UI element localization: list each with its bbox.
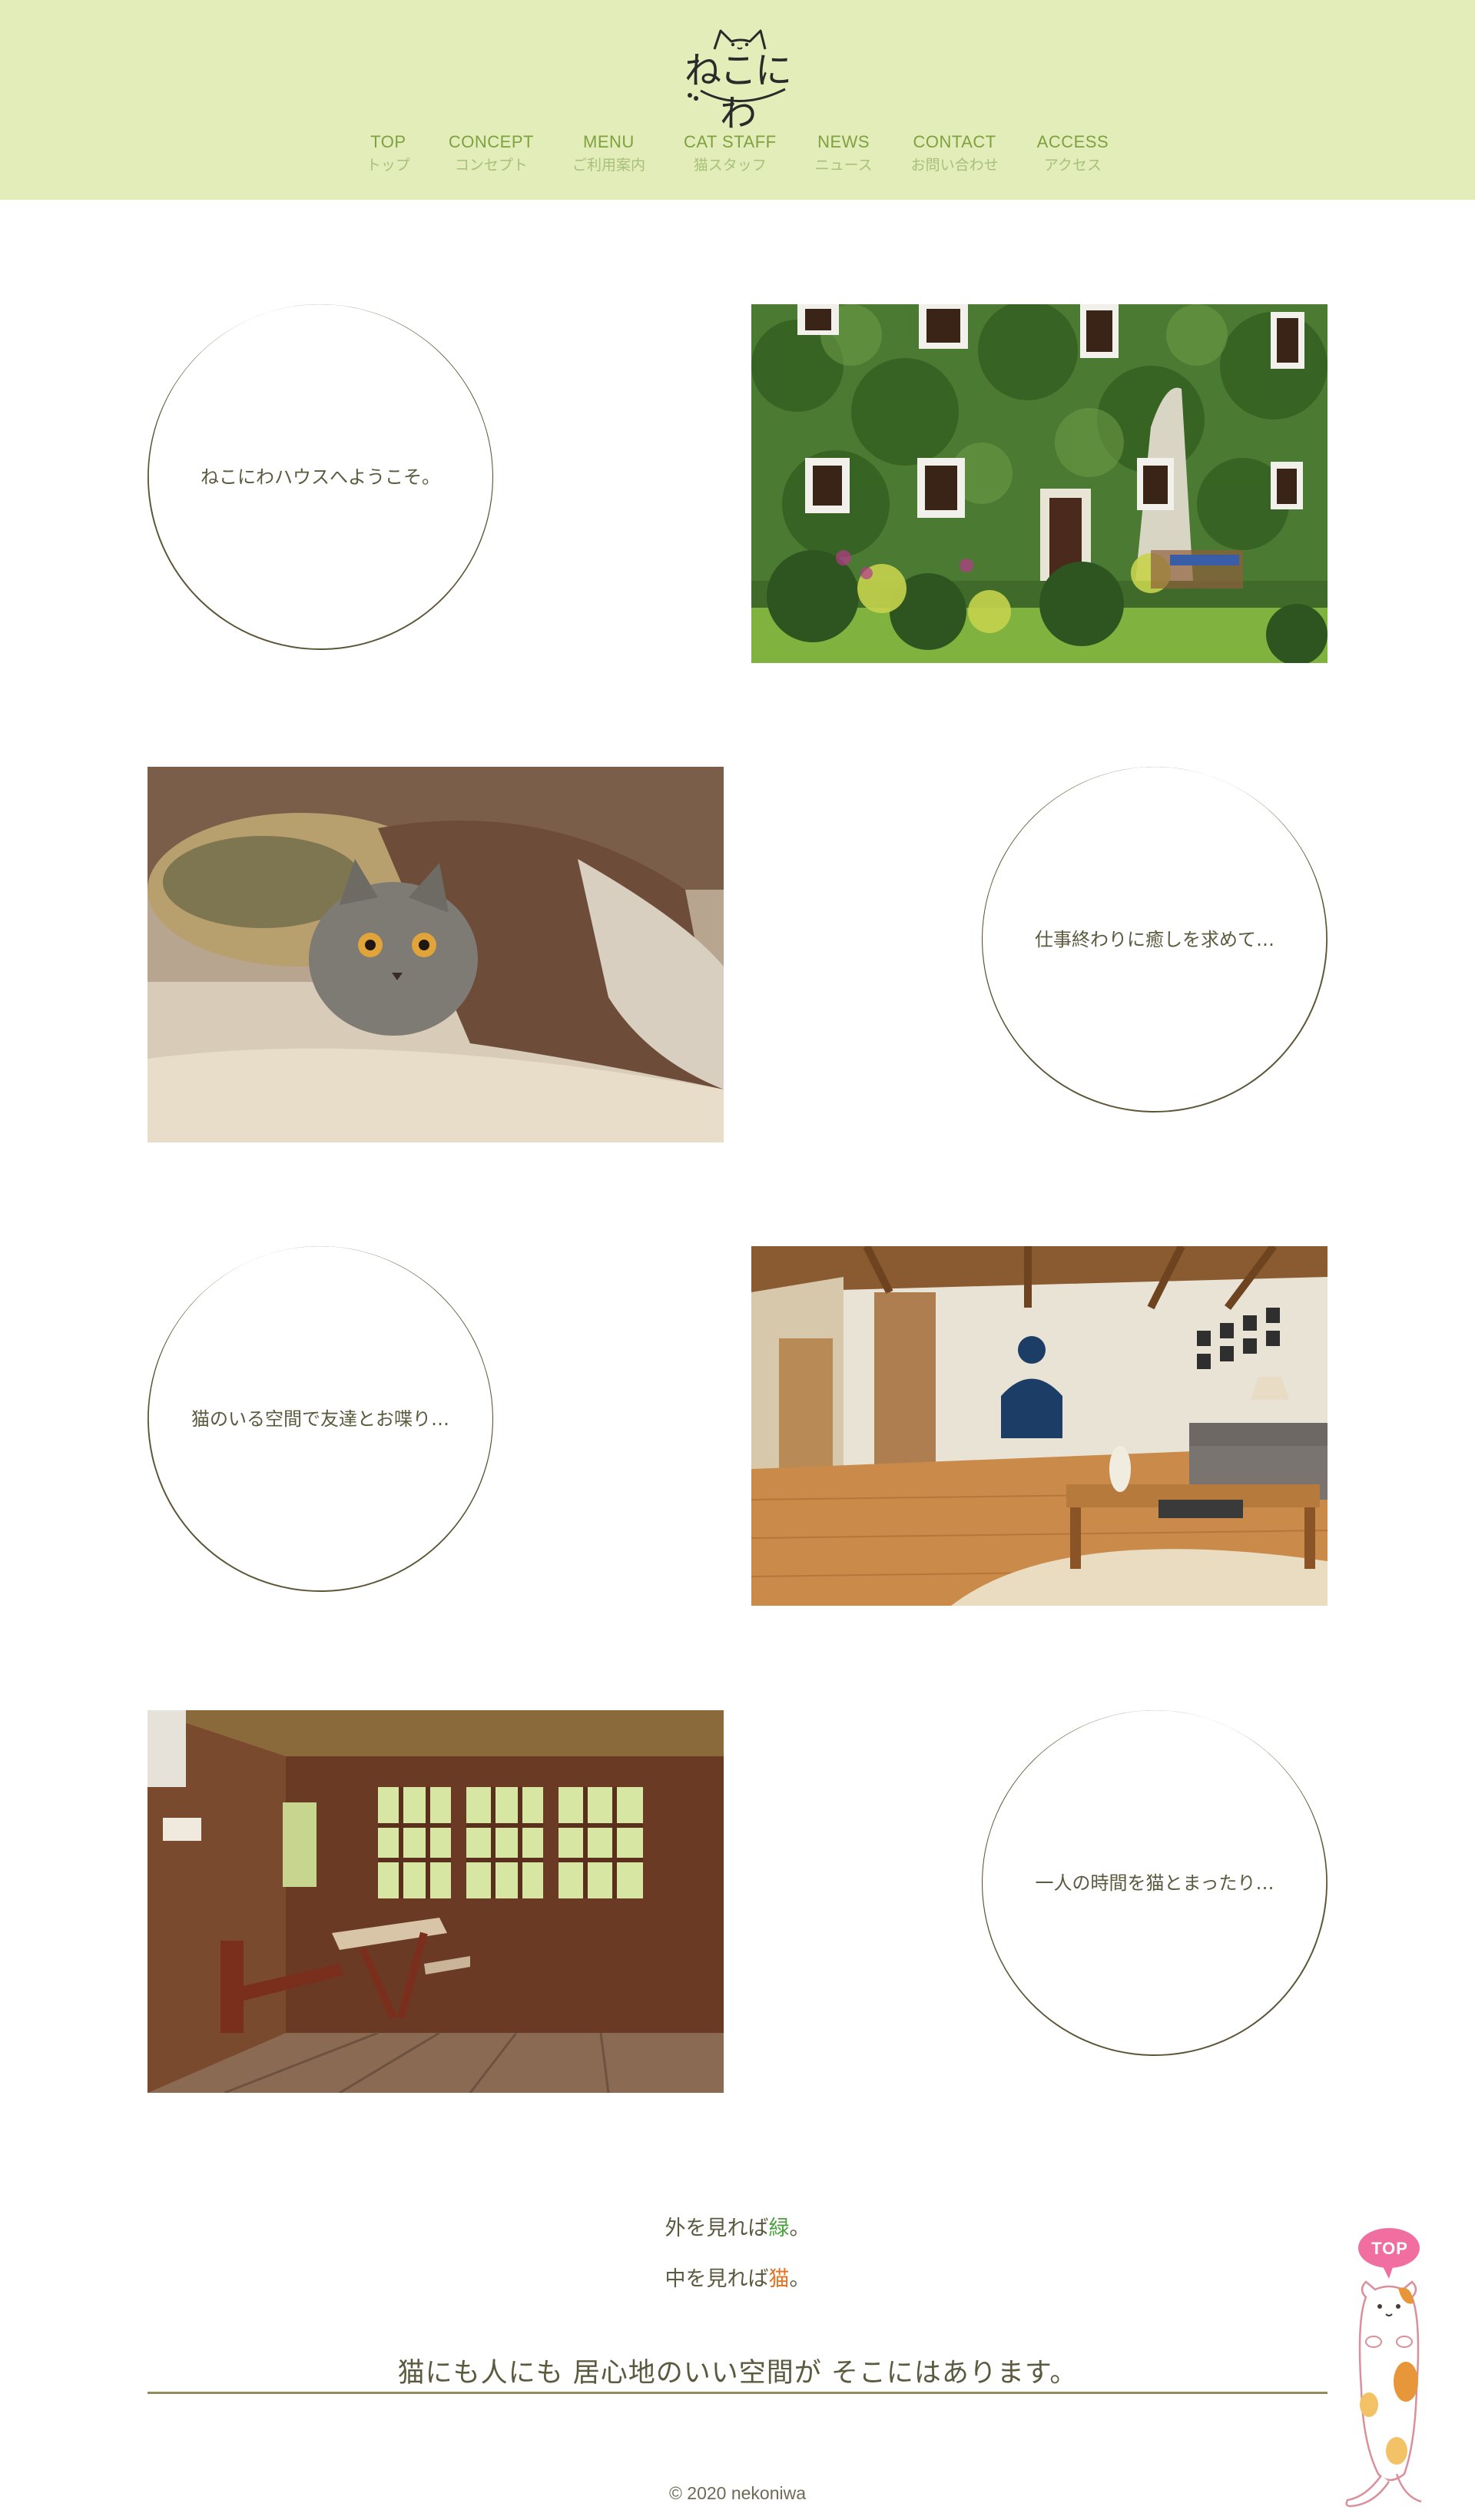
section-text: 仕事終わりに癒しを求めて… <box>1035 929 1274 950</box>
section-text: 猫のいる空間で友達とお喋り… <box>191 1408 449 1430</box>
lead-highlight-green: 緑 <box>768 2217 790 2240</box>
lead-line-inside: 中を見れば猫。 <box>0 2262 1475 2292</box>
lead-text: 。 <box>789 2267 810 2291</box>
main-nav: TOP トップ CONCEPT コンセプト MENU ご利用案内 CAT STA… <box>0 131 1475 177</box>
rustic-room-image <box>148 1710 724 2093</box>
back-to-top-button[interactable]: TOP <box>1343 2220 1435 2512</box>
lead-text: 。 <box>789 2217 810 2240</box>
nav-label-en: CONTACT <box>913 132 996 151</box>
site-header: ねこにわ TOP トップ CONCEPT コンセプト MENU ご利用案内 CA… <box>0 0 1475 200</box>
lead-text: 中を見れば <box>665 2267 769 2291</box>
nav-label-jp: ニュース <box>814 157 873 174</box>
nav-item-contact[interactable]: CONTACT お問い合わせ <box>911 131 999 177</box>
nav-label-en: ACCESS <box>1036 132 1109 151</box>
top-button-label: TOP <box>1371 2239 1408 2258</box>
nav-label-en: CONCEPT <box>448 132 534 151</box>
cat-under-blanket-image <box>148 767 724 1142</box>
nav-item-menu[interactable]: MENU ご利用案内 <box>572 131 645 177</box>
lead-line-outside: 外を見れば緑。 <box>0 2211 1475 2241</box>
lead-highlight-orange: 猫 <box>768 2267 790 2291</box>
nav-label-jp: アクセス <box>1043 157 1102 174</box>
ivy-house-image <box>751 304 1328 663</box>
divider <box>148 2392 1328 2394</box>
nav-label-en: MENU <box>583 132 635 151</box>
nav-item-news[interactable]: NEWS ニュース <box>815 131 873 177</box>
nav-label-jp: 猫スタッフ <box>693 157 767 174</box>
nav-label-jp: コンセプト <box>454 157 528 174</box>
hanging-cat-icon <box>1345 2228 1422 2508</box>
logo-text: ねこにわ <box>684 49 792 135</box>
section-text: 一人の時間を猫とまったり… <box>1035 1872 1274 1894</box>
nav-label-en: CAT STAFF <box>683 132 777 151</box>
lead-text: 外を見れば <box>665 2217 769 2240</box>
copyright-text: © 2020 nekoniwa <box>668 2483 807 2503</box>
section-text: ねこにわハウスへようこそ。 <box>201 466 440 488</box>
nav-label-en: TOP <box>370 132 406 151</box>
nav-item-cat-staff[interactable]: CAT STAFF 猫スタッフ <box>684 131 777 177</box>
nav-item-concept[interactable]: CONCEPT コンセプト <box>449 131 534 177</box>
nav-item-access[interactable]: ACCESS アクセス <box>1037 131 1109 177</box>
site-logo[interactable]: ねこにわ <box>670 17 805 135</box>
nav-item-top[interactable]: TOP トップ <box>366 131 410 177</box>
living-room-image <box>751 1246 1328 1606</box>
nav-label-jp: ご利用案内 <box>572 157 645 174</box>
tagline: 猫にも人にも 居心地のいい空間が そこにはあります。 <box>397 2358 1078 2389</box>
nav-label-jp: お問い合わせ <box>910 157 999 174</box>
nav-label-jp: トップ <box>366 157 410 174</box>
nav-label-en: NEWS <box>817 132 870 151</box>
